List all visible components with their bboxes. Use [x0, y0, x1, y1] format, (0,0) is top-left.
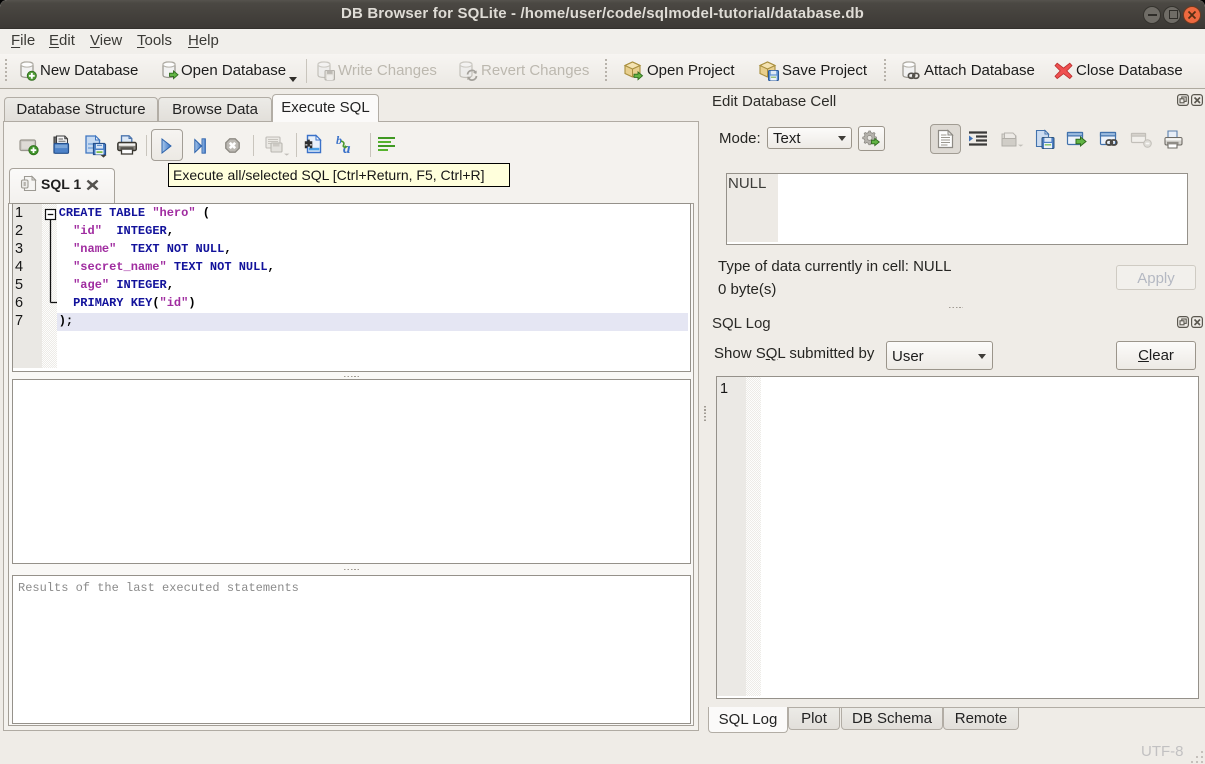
- svg-text:b: b: [336, 133, 342, 147]
